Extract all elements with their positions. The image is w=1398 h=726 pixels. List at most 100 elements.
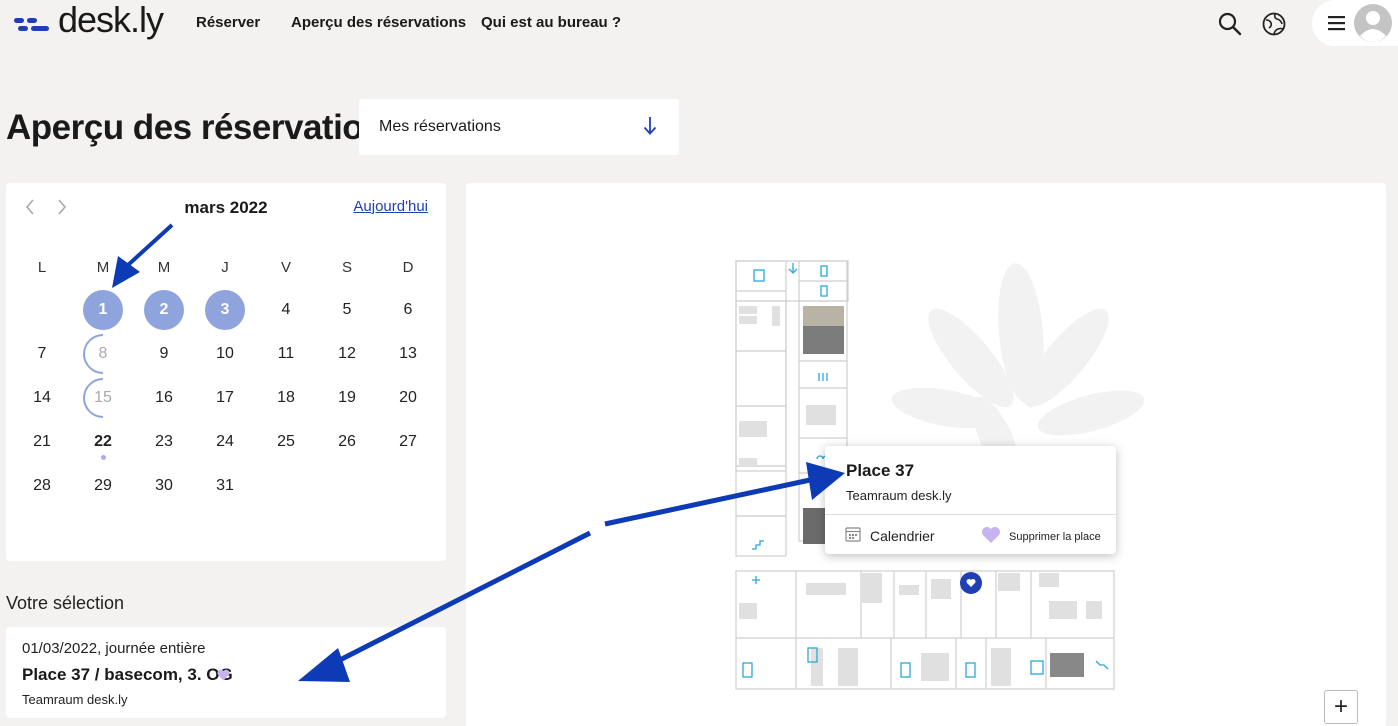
selection-room: Teamraum desk.ly	[22, 692, 128, 707]
calendar-day-number: 13	[399, 345, 417, 362]
calendar-day-number: 18	[277, 389, 295, 406]
calendar-day-number: 23	[155, 433, 173, 450]
calendar-day-29[interactable]: 29	[83, 466, 123, 506]
calendar-day-28[interactable]: 28	[22, 466, 62, 506]
calendar-day-1[interactable]: 1	[83, 290, 123, 330]
calendar-day-4[interactable]: 4	[266, 290, 306, 330]
selection-place: Place 37 / basecom, 3. OG	[22, 665, 233, 684]
logo-text: desk.ly	[58, 0, 164, 40]
calendar-day-31[interactable]: 31	[205, 466, 245, 506]
calendar-day-number: 7	[37, 345, 47, 362]
page-title: Aperçu des réservations	[6, 108, 404, 147]
menu-icon[interactable]	[1328, 15, 1346, 36]
calendar-day-number: 31	[216, 477, 234, 494]
calendar-day-number: 15	[94, 389, 112, 406]
calendar-day-number: 9	[159, 345, 169, 362]
calendar-day-number: 24	[216, 433, 234, 450]
calendar-day-17[interactable]: 17	[205, 378, 245, 418]
logo-icon	[14, 13, 52, 33]
calendar-day-23[interactable]: 23	[144, 422, 184, 462]
nav-apercu-reservations[interactable]: Aperçu des réservations	[291, 14, 466, 31]
favorite-heart-icon[interactable]	[217, 668, 230, 686]
calendar-day-number: 19	[338, 389, 356, 406]
calendar-day-19[interactable]: 19	[327, 378, 367, 418]
calendar-day-7[interactable]: 7	[22, 334, 62, 374]
calendar-day-number: 20	[399, 389, 417, 406]
nav-reserver[interactable]: Réserver	[196, 14, 260, 31]
weekday-label: L	[37, 259, 47, 276]
selection-card[interactable]: 01/03/2022, journée entière Place 37 / b…	[6, 627, 446, 718]
calendar-day-number: 6	[403, 301, 413, 318]
popup-title: Place 37	[846, 461, 915, 480]
zoom-in-button[interactable]: +	[1324, 690, 1358, 724]
popup-calendar-label: Calendrier	[870, 527, 935, 544]
avatar-icon[interactable]	[1354, 4, 1392, 47]
calendar-day-number: 11	[277, 345, 295, 362]
calendar-day-26[interactable]: 26	[327, 422, 367, 462]
popup-divider	[825, 514, 1116, 515]
calendar-day-8[interactable]: 8	[83, 334, 123, 374]
calendar-day-number: 1	[98, 301, 108, 318]
weekday-label: M	[157, 259, 171, 276]
reservation-filter-dropdown[interactable]: Mes réservations	[359, 99, 679, 155]
today-dot	[101, 455, 106, 460]
calendar-day-21[interactable]: 21	[22, 422, 62, 462]
calendar-day-number: 14	[33, 389, 51, 406]
weekday-label: S	[341, 259, 352, 276]
calendar-day-number: 21	[33, 433, 51, 450]
weekday-label: M	[96, 259, 110, 276]
nav-qui-est-au-bureau[interactable]: Qui est au bureau ?	[481, 14, 621, 31]
calendar-day-6[interactable]: 6	[388, 290, 428, 330]
popup-calendar-button[interactable]: Calendrier	[845, 526, 935, 545]
calendar-day-number: 4	[281, 301, 291, 318]
weekday-label: V	[280, 259, 291, 276]
calendar: mars 2022 Aujourd'hui LMMJVSD 1234567891…	[6, 183, 446, 561]
search-icon[interactable]	[1216, 10, 1244, 38]
calendar-day-2[interactable]: 2	[144, 290, 184, 330]
weekday-label: J	[221, 259, 229, 276]
calendar-day-number: 28	[33, 477, 51, 494]
dropdown-value: Mes réservations	[379, 118, 501, 135]
calendar-day-number: 26	[338, 433, 356, 450]
calendar-day-16[interactable]: 16	[144, 378, 184, 418]
calendar-day-18[interactable]: 18	[266, 378, 306, 418]
heart-icon	[981, 526, 1001, 547]
desk-ly-logo[interactable]: desk.ly	[14, 0, 164, 46]
calendar-day-number: 3	[220, 301, 230, 318]
calendar-day-number: 17	[216, 389, 234, 406]
calendar-day-number: 25	[277, 433, 295, 450]
calendar-day-12[interactable]: 12	[327, 334, 367, 374]
user-menu[interactable]	[1312, 0, 1398, 46]
calendar-day-25[interactable]: 25	[266, 422, 306, 462]
calendar-day-15[interactable]: 15	[83, 378, 123, 418]
calendar-day-number: 2	[159, 301, 169, 318]
globe-icon[interactable]	[1260, 10, 1288, 38]
selection-heading: Votre sélection	[6, 593, 125, 613]
calendar-day-9[interactable]: 9	[144, 334, 184, 374]
calendar-day-number: 27	[399, 433, 417, 450]
today-link[interactable]: Aujourd'hui	[353, 198, 428, 215]
calendar-day-number: 22	[94, 433, 112, 450]
calendar-day-22[interactable]: 22	[83, 422, 123, 462]
calendar-day-3[interactable]: 3	[205, 290, 245, 330]
calendar-day-24[interactable]: 24	[205, 422, 245, 462]
calendar-day-number: 10	[216, 345, 234, 362]
calendar-day-number: 16	[155, 389, 173, 406]
calendar-day-number: 30	[155, 477, 173, 494]
calendar-day-20[interactable]: 20	[388, 378, 428, 418]
selection-date: 01/03/2022, journée entière	[22, 640, 206, 657]
calendar-day-5[interactable]: 5	[327, 290, 367, 330]
calendar-day-30[interactable]: 30	[144, 466, 184, 506]
top-bar: desk.ly Réserver Aperçu des réservations…	[0, 0, 1398, 46]
calendar-day-27[interactable]: 27	[388, 422, 428, 462]
selected-place-marker	[960, 572, 982, 594]
calendar-day-13[interactable]: 13	[388, 334, 428, 374]
popup-remove-place-button[interactable]: Supprimer la place	[981, 526, 1101, 547]
calendar-day-10[interactable]: 10	[205, 334, 245, 374]
popup-subtitle: Teamraum desk.ly	[846, 488, 952, 503]
calendar-day-11[interactable]: 11	[266, 334, 306, 374]
place-popup: Place 37 Teamraum desk.ly Calendrier Sup…	[825, 446, 1116, 554]
arrow-down-icon	[643, 116, 657, 141]
calendar-day-14[interactable]: 14	[22, 378, 62, 418]
calendar-day-number: 29	[94, 477, 112, 494]
